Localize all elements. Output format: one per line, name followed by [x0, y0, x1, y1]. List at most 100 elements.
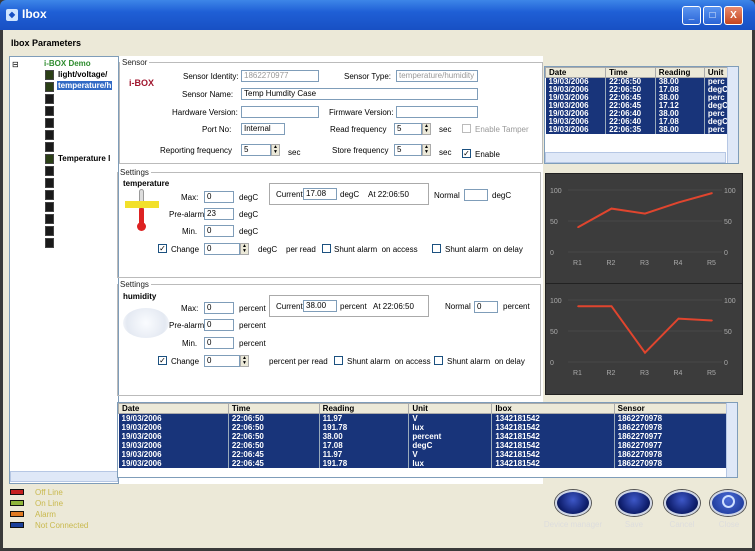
enable-checkbox[interactable]: ✓ — [462, 149, 471, 158]
cancel-label: Cancel — [669, 520, 695, 529]
tree-root[interactable]: i-BOX Demo — [44, 59, 91, 68]
table-cell: 22:06:45 — [228, 459, 320, 468]
name-field[interactable]: Temp Humdity Case — [241, 88, 478, 100]
temp-max-field[interactable]: 0 — [204, 191, 234, 203]
cancel-button[interactable] — [664, 490, 700, 516]
column-header[interactable]: Reading — [654, 67, 705, 78]
channel-icon — [45, 214, 54, 224]
hum-max-field[interactable]: 0 — [204, 302, 234, 314]
hum-change-checkbox[interactable]: ✓ — [158, 356, 167, 365]
read-label: Read frequency — [330, 125, 387, 134]
not-connected-swatch — [10, 522, 24, 528]
table-cell: 1342181542 — [491, 459, 615, 468]
table-row[interactable]: 19/03/2006 22:06:50 17.08 degC 1342181542 186… — [118, 441, 737, 450]
tree-item-light[interactable]: light/voltage/ — [58, 70, 107, 79]
identity-field[interactable]: 1862270977 — [241, 70, 319, 82]
tree-item-temperature-i[interactable]: Temperature I — [58, 154, 110, 163]
channel-icon — [45, 94, 54, 104]
temp-prealarm-field[interactable]: 23 — [204, 208, 234, 220]
column-header[interactable]: Reading — [318, 403, 410, 414]
table-row[interactable]: 19/03/2006 22:06:50 38.00 percent 1342181542… — [118, 432, 737, 441]
store-spinner[interactable]: ▲ ▼ — [422, 144, 431, 156]
column-header[interactable]: Ibox — [491, 403, 615, 414]
hum-prealarm-field[interactable]: 0 — [204, 319, 234, 331]
store-label: Store frequency — [332, 146, 389, 155]
legend-label: Not Connected — [35, 521, 89, 530]
hum-min-label: Min. — [182, 339, 198, 348]
x-tick-label: R1 — [573, 370, 582, 377]
hum-shunt-access-label: Shunt alarm on access — [347, 357, 431, 366]
readings-table[interactable]: Date Time Reading Unit 19/03/2006 22:06:50 38… — [544, 66, 739, 164]
table-cell: 191.78 — [319, 423, 410, 432]
read-field[interactable]: 5 — [394, 123, 422, 135]
history-table[interactable]: Date Time Reading Unit Ibox Sensor 19/03/2006… — [117, 402, 738, 478]
app-icon: ◆ — [6, 9, 18, 21]
hum-current-label: Current — [276, 302, 303, 311]
x-tick-label: R5 — [707, 370, 716, 377]
read-spinner[interactable]: ▲ ▼ — [422, 123, 431, 135]
report-unit: sec — [288, 148, 301, 157]
column-header[interactable]: Date — [545, 67, 607, 78]
temp-shunt-delay-checkbox[interactable] — [432, 244, 441, 253]
tree-hscrollbar[interactable] — [10, 471, 118, 482]
device-manager-button[interactable] — [555, 490, 591, 516]
hum-shunt-access-checkbox[interactable] — [334, 356, 343, 365]
table-cell: lux — [408, 423, 493, 432]
hum-normal-field[interactable]: 0 — [474, 301, 498, 313]
temperature-chart: 100 100 50 50 0 0 R1 R2 R3 R4 R5 — [545, 173, 743, 285]
close-button[interactable] — [710, 490, 746, 516]
port-field[interactable]: Internal — [241, 123, 285, 135]
report-field[interactable]: 5 — [241, 144, 271, 156]
table-row[interactable]: 19/03/2006 22:06:35 38.00 perc — [545, 126, 738, 134]
temp-normal-field[interactable] — [464, 189, 488, 201]
store-field[interactable]: 5 — [394, 144, 422, 156]
readings-vscrollbar[interactable] — [727, 67, 738, 163]
column-header[interactable]: Sensor — [613, 403, 737, 414]
hum-shunt-delay-checkbox[interactable] — [434, 356, 443, 365]
column-header[interactable]: Time — [227, 403, 320, 414]
readings-hscrollbar[interactable] — [545, 152, 726, 163]
table-row[interactable]: 19/03/2006 22:06:45 11.97 V 1342181542 186227… — [118, 450, 737, 459]
column-header[interactable]: Date — [118, 403, 229, 414]
temp-change-field[interactable]: 0 — [204, 243, 240, 255]
report-spinner[interactable]: ▲ ▼ — [271, 144, 280, 156]
legend-online: On Line — [10, 499, 130, 509]
close-window-button[interactable]: X — [724, 6, 743, 25]
sensor-tree[interactable]: ⊟ i-BOX Demo light/voltage/ temperature/… — [9, 56, 119, 484]
hw-field[interactable] — [241, 106, 319, 118]
maximize-button[interactable]: □ — [703, 6, 722, 25]
table-cell: 19/03/2006 — [118, 423, 229, 432]
temp-shunt-access-checkbox[interactable] — [322, 244, 331, 253]
legend-label: On Line — [35, 499, 64, 508]
fw-field[interactable] — [396, 106, 478, 118]
history-vscrollbar[interactable] — [726, 403, 737, 477]
tamper-checkbox[interactable] — [462, 124, 471, 133]
collapse-icon[interactable]: ⊟ — [12, 60, 19, 69]
temp-change-checkbox[interactable]: ✓ — [158, 244, 167, 253]
hum-change-spinner[interactable]: ▲ ▼ — [240, 355, 249, 367]
temp-normal-label: Normal — [434, 191, 460, 200]
tree-item-temperature[interactable]: temperature/h — [57, 81, 113, 90]
minimize-button[interactable]: _ — [682, 6, 701, 25]
type-field[interactable]: temperature/humidity — [396, 70, 478, 82]
table-cell: 22:06:45 — [228, 450, 320, 459]
table-row[interactable]: 19/03/2006 22:06:50 11.97 V 1342181542 186227… — [118, 413, 737, 423]
hum-min-field[interactable]: 0 — [204, 337, 234, 349]
temp-change-spinner[interactable]: ▲ ▼ — [240, 243, 249, 255]
temp-normal-unit: degC — [492, 191, 512, 200]
identity-label: Sensor Identity: — [183, 72, 239, 81]
column-header[interactable]: Time — [605, 67, 656, 78]
data-point — [610, 207, 613, 210]
device-manager-label: Device manager — [543, 520, 603, 529]
table-row[interactable]: 19/03/2006 22:06:50 191.78 lux 1342181542 186… — [118, 423, 737, 432]
legend-label: Off Line — [35, 488, 63, 497]
hum-current-field: 38.00 — [303, 300, 337, 312]
column-header[interactable]: Unit — [408, 403, 493, 414]
hum-change-field[interactable]: 0 — [204, 355, 240, 367]
table-cell: V — [408, 450, 493, 459]
table-row[interactable]: 19/03/2006 22:06:45 191.78 lux 1342181542 186… — [118, 459, 737, 468]
temp-perread-label: degC per read — [258, 245, 316, 254]
temp-min-field[interactable]: 0 — [204, 225, 234, 237]
x-tick-label: R2 — [607, 260, 616, 267]
save-button[interactable] — [616, 490, 652, 516]
